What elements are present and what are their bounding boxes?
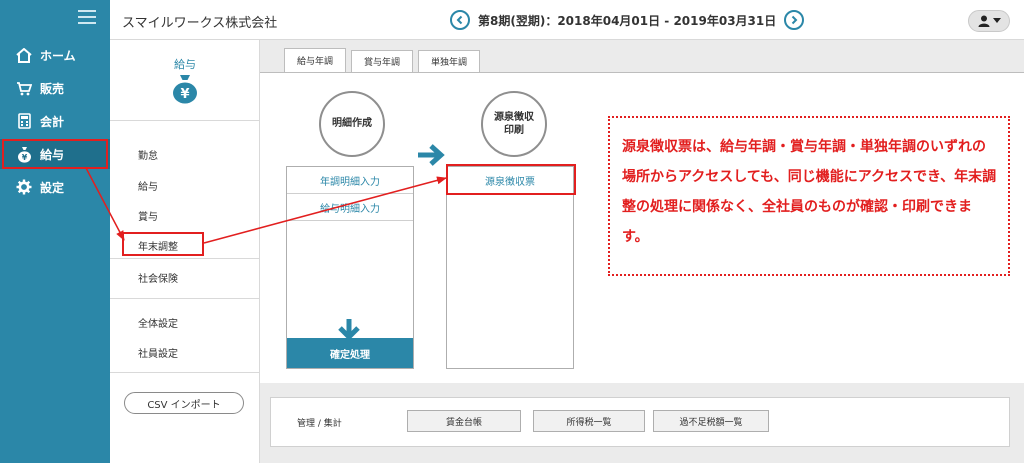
period-selector: 第8期(翌期)：2018年04月01日 - 2019年03月31日 [450,8,805,32]
tab-salary-adjustment[interactable]: 給与年調 [284,48,347,72]
step-create-statement: 明細作成 [319,91,385,157]
money-bag-icon: ¥ [173,75,197,104]
nav-label: ホーム [40,48,76,63]
income-tax-list-button[interactable]: 所得税一覧 [533,410,645,432]
cart-icon [14,79,34,97]
next-period-button[interactable] [784,10,805,30]
confirm-process-button[interactable]: 確定処理 [287,338,413,368]
svg-text:¥: ¥ [180,87,189,102]
adjustment-tabs: 給与年調 賞与年調 単独年調 [284,48,485,72]
management-bar: 管理 / 集計 賃金台帳 所得税一覧 過不足税額一覧 [270,397,1010,447]
nav-label: 設定 [40,180,65,195]
chevron-right-icon [792,15,798,25]
arrow-right-icon [418,144,445,166]
annotation-highlight-year-end [122,232,204,256]
sidebar-item-bonus[interactable]: 賞与 [138,208,158,223]
sidebar-item-social-insurance[interactable]: 社会保険 [138,270,178,285]
callout-text: 源泉徴収票は、給与年調・賞与年調・単独年調のいずれの場所からアクセスしても、同じ… [622,139,997,245]
main-nav: ホーム 販売 会計 ¥ 給与 設定 [0,0,110,463]
user-icon [978,15,989,27]
divider [110,298,260,299]
user-menu-button[interactable] [968,10,1010,32]
nav-item-home[interactable]: ホーム [0,40,110,70]
step-label: 源泉徴収 [494,111,534,123]
withholding-column: 源泉徴収票 [446,166,574,369]
fiscal-period-label: 第8期(翌期)：2018年04月01日 - 2019年03月31日 [478,13,777,28]
calculator-icon [14,112,34,130]
nav-label: 会計 [40,114,65,129]
step-label: 明細作成 [332,118,372,130]
previous-period-button[interactable] [450,10,470,30]
step-label: 印刷 [504,125,524,136]
divider [110,120,260,121]
annotation-highlight-payroll [2,139,108,169]
sidebar-item-general-settings[interactable]: 全体設定 [138,315,178,330]
nav-label: 販売 [40,81,65,96]
hamburger-menu-icon[interactable] [78,10,96,24]
company-name: スマイルワークス株式会社 [122,16,278,31]
year-end-statement-input-button[interactable]: 年調明細入力 [287,167,413,194]
workflow-panel: 明細作成 源泉徴収 印刷 年調明細入力 給与明細入力 確定処理 源泉徴収票 源泉… [260,72,1024,383]
tax-difference-list-button[interactable]: 過不足税額一覧 [653,410,769,432]
sidebar-item-salary[interactable]: 給与 [138,178,158,193]
annotation-callout: 源泉徴収票は、給与年調・賞与年調・単独年調のいずれの場所からアクセスしても、同じ… [608,116,1010,276]
nav-item-settings[interactable]: 設定 [0,172,110,202]
statement-column: 年調明細入力 給与明細入力 確定処理 [286,166,414,369]
chevron-left-icon [456,15,463,25]
salary-statement-input-button[interactable]: 給与明細入力 [287,194,413,221]
nav-item-sales[interactable]: 販売 [0,73,110,103]
wage-ledger-button[interactable]: 賃金台帳 [407,410,521,432]
sidebar-item-attendance[interactable]: 勤怠 [138,147,158,162]
csv-import-button[interactable]: CSV インポート [124,392,244,414]
gear-icon [14,178,34,196]
management-label: 管理 / 集計 [297,419,342,429]
divider [110,258,260,259]
caret-down-icon [992,18,1001,23]
nav-item-accounting[interactable]: 会計 [0,106,110,136]
divider [110,372,260,373]
main-content: 給与年調 賞与年調 単独年調 明細作成 源泉徴収 印刷 年調明細入力 給与明細入… [260,40,1024,463]
annotation-highlight-withholding-slip [446,164,576,195]
step-withholding-print: 源泉徴収 印刷 [481,91,547,157]
top-header: スマイルワークス株式会社 第8期(翌期)：2018年04月01日 - 2019年… [110,0,1024,40]
sidebar-item-employee-settings[interactable]: 社員設定 [138,345,178,360]
sidebar-title: 給与 [174,58,196,71]
tab-standalone-adjustment[interactable]: 単独年調 [418,50,481,72]
home-icon [14,46,34,64]
tab-bonus-adjustment[interactable]: 賞与年調 [351,50,414,72]
